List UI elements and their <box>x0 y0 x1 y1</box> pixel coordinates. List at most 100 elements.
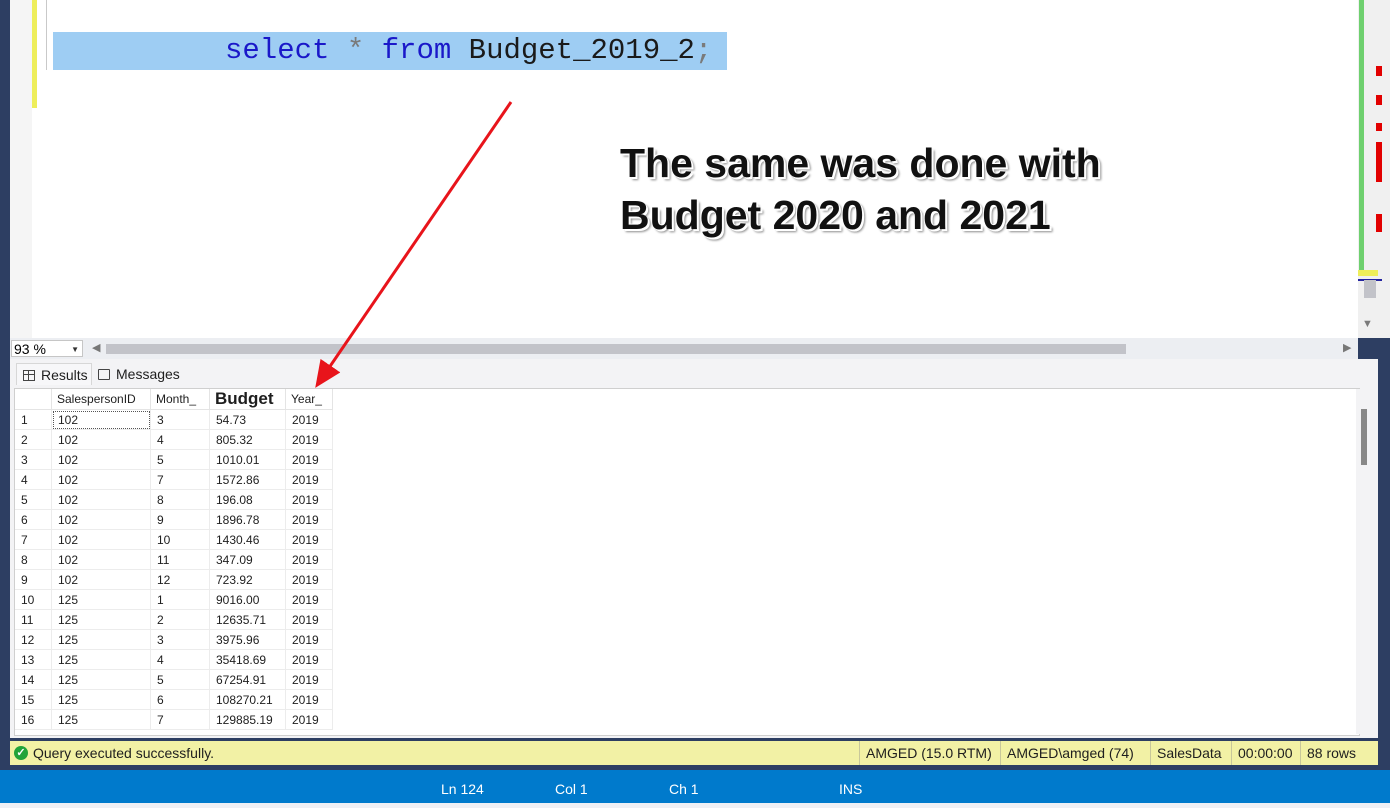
row-number[interactable]: 15 <box>15 689 52 710</box>
cell-budget[interactable]: 54.73 <box>209 409 286 430</box>
table-row[interactable]: 5 102 8 196.08 2019 <box>15 489 333 510</box>
cell-month[interactable]: 7 <box>150 709 210 730</box>
cell-budget[interactable]: 67254.91 <box>209 669 286 690</box>
table-row[interactable]: 16 125 7 129885.19 2019 <box>15 709 333 730</box>
cell-budget[interactable]: 723.92 <box>209 569 286 590</box>
cell-budget[interactable]: 3975.96 <box>209 629 286 650</box>
cell-month[interactable]: 10 <box>150 529 210 550</box>
cell-year[interactable]: 2019 <box>285 609 333 630</box>
cell-year[interactable]: 2019 <box>285 429 333 450</box>
cell-salespersonid[interactable]: 102 <box>51 509 151 530</box>
table-row[interactable]: 14 125 5 67254.91 2019 <box>15 669 333 690</box>
cell-month[interactable]: 3 <box>150 629 210 650</box>
table-row[interactable]: 10 125 1 9016.00 2019 <box>15 589 333 610</box>
cell-budget[interactable]: 1572.86 <box>209 469 286 490</box>
table-row[interactable]: 9 102 12 723.92 2019 <box>15 569 333 590</box>
cell-budget[interactable]: 1896.78 <box>209 509 286 530</box>
cell-budget[interactable]: 1010.01 <box>209 449 286 470</box>
row-number[interactable]: 13 <box>15 649 52 670</box>
row-number[interactable]: 12 <box>15 629 52 650</box>
column-header-budget[interactable]: Budget <box>209 389 286 410</box>
cell-month[interactable]: 8 <box>150 489 210 510</box>
row-number-header[interactable] <box>15 389 52 410</box>
cell-year[interactable]: 2019 <box>285 529 333 550</box>
tab-messages[interactable]: Messages <box>94 363 194 385</box>
cell-salespersonid[interactable]: 125 <box>51 589 151 610</box>
cell-year[interactable]: 2019 <box>285 649 333 670</box>
cell-month[interactable]: 1 <box>150 589 210 610</box>
cell-salespersonid[interactable]: 102 <box>51 549 151 570</box>
cell-salespersonid[interactable]: 102 <box>51 489 151 510</box>
cell-month[interactable]: 11 <box>150 549 210 570</box>
table-row[interactable]: 1 102 3 54.73 2019 <box>15 409 333 430</box>
cell-budget[interactable]: 196.08 <box>209 489 286 510</box>
cell-year[interactable]: 2019 <box>285 489 333 510</box>
cell-year[interactable]: 2019 <box>285 449 333 470</box>
column-header-month[interactable]: Month_ <box>150 389 210 410</box>
cell-salespersonid[interactable]: 125 <box>51 629 151 650</box>
selected-code-line[interactable]: select * from Budget_2019_2; <box>53 32 727 70</box>
cell-month[interactable]: 12 <box>150 569 210 590</box>
table-row[interactable]: 6 102 9 1896.78 2019 <box>15 509 333 530</box>
row-number[interactable]: 3 <box>15 449 52 470</box>
results-grid[interactable]: SalespersonID Month_ Budget Year_ 1 102 3 5… <box>14 388 1360 736</box>
row-number[interactable]: 9 <box>15 569 52 590</box>
tab-results[interactable]: Results <box>16 363 92 385</box>
cell-budget[interactable]: 9016.00 <box>209 589 286 610</box>
cell-year[interactable]: 2019 <box>285 569 333 590</box>
row-number[interactable]: 1 <box>15 409 52 430</box>
column-header-year[interactable]: Year_ <box>285 389 333 410</box>
scroll-right-arrow-icon[interactable]: ▶ <box>1343 341 1351 354</box>
row-number[interactable]: 5 <box>15 489 52 510</box>
scroll-left-arrow-icon[interactable]: ◀ <box>92 341 100 354</box>
cell-budget[interactable]: 108270.21 <box>209 689 286 710</box>
cell-month[interactable]: 2 <box>150 609 210 630</box>
cell-month[interactable]: 3 <box>150 409 210 430</box>
cell-year[interactable]: 2019 <box>285 629 333 650</box>
editor-scroll-thumb[interactable] <box>1364 280 1376 298</box>
cell-year[interactable]: 2019 <box>285 589 333 610</box>
cell-year[interactable]: 2019 <box>285 689 333 710</box>
cell-year[interactable]: 2019 <box>285 709 333 730</box>
cell-year[interactable]: 2019 <box>285 469 333 490</box>
row-number[interactable]: 16 <box>15 709 52 730</box>
cell-year[interactable]: 2019 <box>285 509 333 530</box>
table-row[interactable]: 3 102 5 1010.01 2019 <box>15 449 333 470</box>
table-row[interactable]: 15 125 6 108270.21 2019 <box>15 689 333 710</box>
table-row[interactable]: 7 102 10 1430.46 2019 <box>15 529 333 550</box>
cell-month[interactable]: 5 <box>150 669 210 690</box>
row-number[interactable]: 4 <box>15 469 52 490</box>
cell-salespersonid[interactable]: 125 <box>51 709 151 730</box>
zoom-dropdown[interactable]: 93 % ▼ <box>11 340 83 357</box>
scroll-down-arrow-icon[interactable]: ▼ <box>1362 318 1373 330</box>
cell-budget[interactable]: 12635.71 <box>209 609 286 630</box>
horizontal-scroll-thumb[interactable] <box>106 344 1126 354</box>
cell-budget[interactable]: 35418.69 <box>209 649 286 670</box>
cell-salespersonid[interactable]: 102 <box>51 449 151 470</box>
cell-budget[interactable]: 1430.46 <box>209 529 286 550</box>
cell-salespersonid[interactable]: 125 <box>51 689 151 710</box>
cell-salespersonid[interactable]: 125 <box>51 649 151 670</box>
cell-salespersonid[interactable]: 125 <box>51 669 151 690</box>
cell-year[interactable]: 2019 <box>285 669 333 690</box>
grid-vertical-scrollbar[interactable] <box>1356 389 1376 734</box>
cell-month[interactable]: 4 <box>150 649 210 670</box>
cell-salespersonid[interactable]: 102 <box>51 429 151 450</box>
cell-budget[interactable]: 129885.19 <box>209 709 286 730</box>
row-number[interactable]: 11 <box>15 609 52 630</box>
row-number[interactable]: 7 <box>15 529 52 550</box>
cell-salespersonid[interactable]: 102 <box>51 469 151 490</box>
cell-salespersonid[interactable]: 102 <box>51 569 151 590</box>
row-number[interactable]: 14 <box>15 669 52 690</box>
table-row[interactable]: 2 102 4 805.32 2019 <box>15 429 333 450</box>
cell-year[interactable]: 2019 <box>285 549 333 570</box>
table-row[interactable]: 8 102 11 347.09 2019 <box>15 549 333 570</box>
cell-year[interactable]: 2019 <box>285 409 333 430</box>
cell-month[interactable]: 6 <box>150 689 210 710</box>
cell-salespersonid[interactable]: 125 <box>51 609 151 630</box>
grid-scroll-thumb[interactable] <box>1361 409 1367 465</box>
row-number[interactable]: 10 <box>15 589 52 610</box>
table-row[interactable]: 4 102 7 1572.86 2019 <box>15 469 333 490</box>
table-row[interactable]: 13 125 4 35418.69 2019 <box>15 649 333 670</box>
cell-month[interactable]: 9 <box>150 509 210 530</box>
